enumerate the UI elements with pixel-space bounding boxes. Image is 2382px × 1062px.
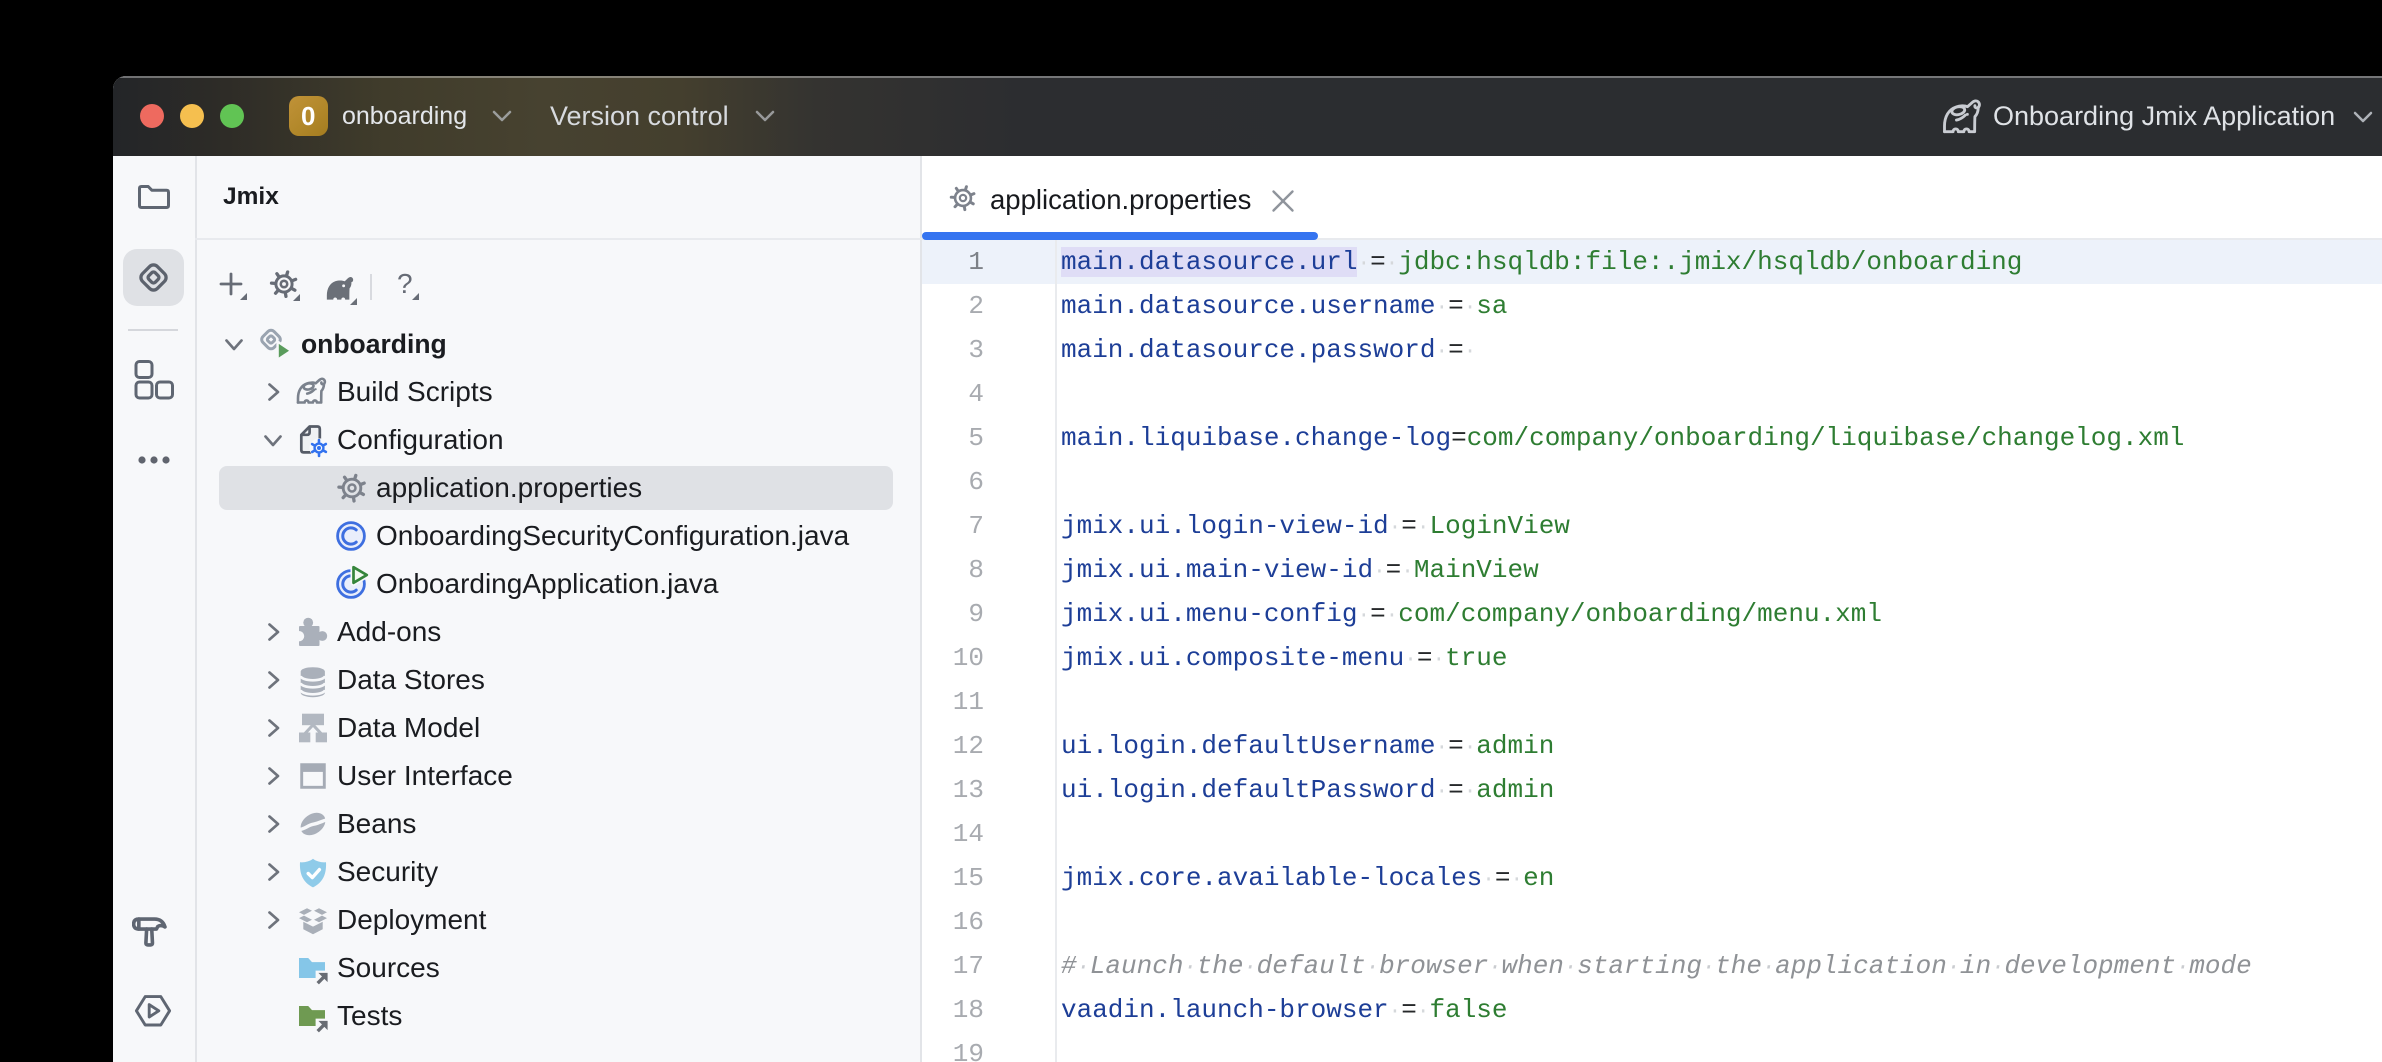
svg-text:?: ? <box>397 270 413 299</box>
